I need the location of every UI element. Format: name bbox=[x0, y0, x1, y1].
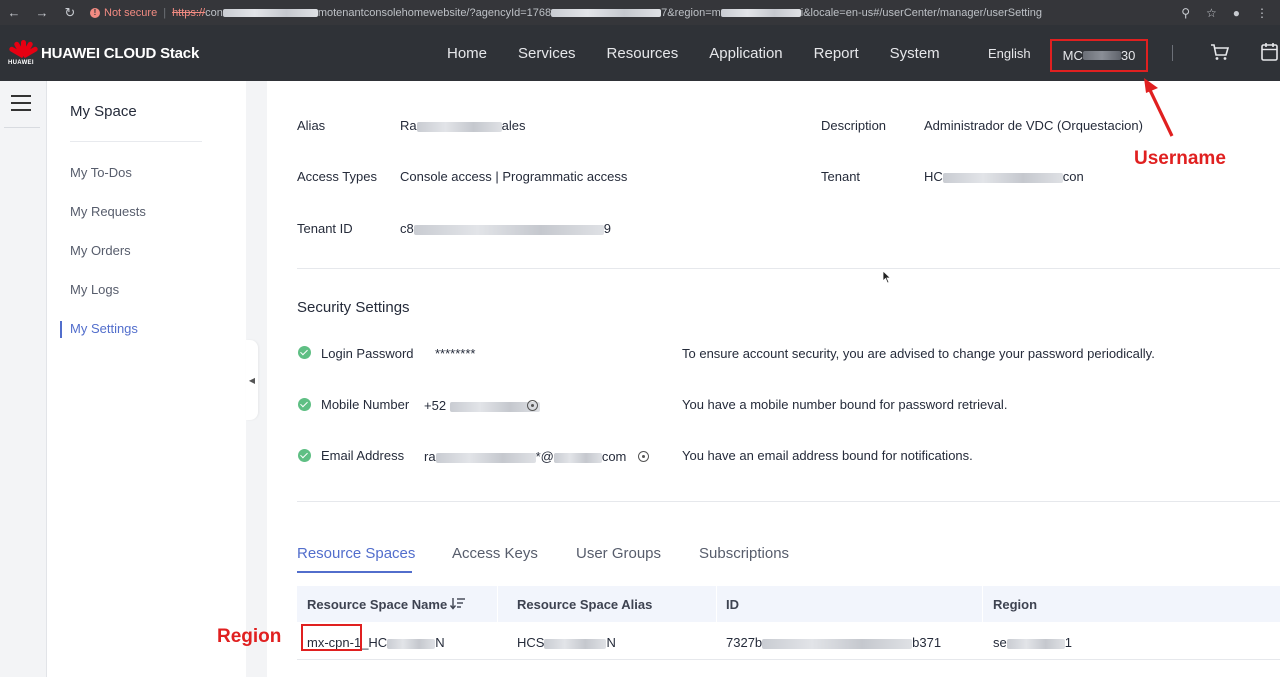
alias-value: Ra ales bbox=[400, 118, 526, 133]
eye-icon[interactable] bbox=[527, 400, 538, 411]
sort-icon[interactable] bbox=[450, 596, 466, 610]
tenant-id-label: Tenant ID bbox=[297, 221, 353, 236]
app-header: HUAWEI HUAWEI CLOUD Stack Home Services … bbox=[0, 25, 1280, 81]
tab-user-groups[interactable]: User Groups bbox=[576, 545, 661, 562]
alias-label: Alias bbox=[297, 118, 326, 133]
mobile-number-value: +52 bbox=[424, 398, 540, 413]
collapse-sidebar-icon[interactable]: ◀ bbox=[246, 340, 258, 420]
brand-small-label: HUAWEI bbox=[8, 60, 34, 66]
resource-spaces-table-header: Resource Space Name Resource Space Alias… bbox=[297, 586, 1280, 622]
column-header-id[interactable]: ID bbox=[726, 597, 739, 612]
region-highlight-box bbox=[301, 624, 362, 651]
mobile-number-label: Mobile Number bbox=[321, 397, 410, 412]
browser-toolbar: ← → ↻ ! Not secure | https://con motenant… bbox=[0, 0, 1280, 25]
login-password-value: ******** bbox=[435, 346, 476, 361]
tenant-label: Tenant bbox=[821, 169, 861, 184]
table-row[interactable]: mx-cpn-1_HC N HCS N 7327b b371 se 1 bbox=[297, 622, 1280, 660]
nav-home[interactable]: Home bbox=[447, 45, 487, 62]
region-annotation: Region bbox=[217, 626, 282, 647]
side-item-my-todos[interactable]: My To-Dos bbox=[70, 165, 132, 180]
huawei-flower-icon: HUAWEI bbox=[8, 38, 39, 68]
security-settings-title: Security Settings bbox=[297, 299, 410, 316]
mouse-cursor-icon bbox=[882, 270, 892, 284]
nav-system[interactable]: System bbox=[890, 45, 940, 62]
cell-resource-space-alias: HCS N bbox=[517, 635, 616, 650]
check-circle-icon bbox=[298, 346, 311, 359]
warning-icon: ! bbox=[90, 7, 100, 18]
nav-resources[interactable]: Resources bbox=[607, 45, 679, 62]
access-types-label: Access Types bbox=[297, 169, 377, 184]
hamburger-menu-icon[interactable] bbox=[11, 95, 31, 111]
column-header-alias[interactable]: Resource Space Alias bbox=[517, 597, 652, 612]
language-selector[interactable]: English bbox=[988, 46, 1031, 61]
access-types-value: Console access | Programmatic access bbox=[400, 169, 628, 184]
login-password-label: Login Password bbox=[321, 346, 414, 361]
mobile-number-note: You have a mobile number bound for passw… bbox=[682, 397, 1008, 412]
side-item-my-orders[interactable]: My Orders bbox=[70, 243, 131, 258]
main-nav: Home Services Resources Application Repo… bbox=[447, 25, 971, 81]
eye-icon[interactable] bbox=[638, 451, 649, 462]
active-tab-underline bbox=[297, 571, 412, 573]
active-indicator bbox=[60, 321, 62, 338]
main-content: Alias Ra ales Description Administrador d… bbox=[267, 81, 1280, 677]
not-secure-label: Not secure bbox=[104, 6, 158, 19]
nav-application[interactable]: Application bbox=[709, 45, 782, 62]
tab-subscriptions[interactable]: Subscriptions bbox=[699, 545, 789, 562]
reload-icon[interactable]: ↻ bbox=[56, 5, 84, 21]
cell-region: se 1 bbox=[993, 635, 1072, 650]
security-indicator[interactable]: ! Not secure bbox=[90, 7, 157, 19]
column-header-region[interactable]: Region bbox=[993, 597, 1037, 612]
cell-id: 7327b b371 bbox=[726, 635, 942, 650]
nav-services[interactable]: Services bbox=[518, 45, 576, 62]
side-item-my-requests[interactable]: My Requests bbox=[70, 204, 146, 219]
tab-resource-spaces[interactable]: Resource Spaces bbox=[297, 545, 415, 562]
brand-name: HUAWEI CLOUD Stack bbox=[41, 44, 200, 62]
description-value: Administrador de VDC (Orquestacion) bbox=[924, 118, 1143, 133]
side-menu: My Space My To-Dos My Requests My Orders… bbox=[47, 81, 246, 677]
address-bar[interactable]: https://con motenantconsolehomewebsite/?a… bbox=[172, 7, 1042, 19]
zoom-icon[interactable]: ⚲ bbox=[1181, 6, 1190, 20]
column-header-name[interactable]: Resource Space Name bbox=[307, 597, 447, 612]
description-label: Description bbox=[821, 118, 887, 133]
brand-logo[interactable]: HUAWEI HUAWEI CLOUD Stack bbox=[8, 38, 199, 68]
nav-report[interactable]: Report bbox=[814, 45, 859, 62]
forward-arrow-icon[interactable]: → bbox=[28, 5, 56, 20]
side-item-my-logs[interactable]: My Logs bbox=[70, 282, 119, 297]
annotation-arrow bbox=[1144, 78, 1174, 137]
check-circle-icon bbox=[298, 398, 311, 411]
tab-access-keys[interactable]: Access Keys bbox=[452, 545, 538, 562]
icon-rail bbox=[0, 81, 47, 677]
login-password-note: To ensure account security, you are advi… bbox=[682, 346, 1155, 361]
check-circle-icon bbox=[298, 449, 311, 462]
browser-menu-icon[interactable]: ⋮ bbox=[1256, 6, 1268, 20]
email-address-value: ra *@ com bbox=[424, 449, 627, 464]
side-item-my-settings[interactable]: My Settings bbox=[70, 321, 138, 336]
email-address-label: Email Address bbox=[321, 448, 405, 463]
cart-icon[interactable] bbox=[1210, 43, 1230, 61]
bookmark-star-icon[interactable]: ☆ bbox=[1206, 6, 1217, 20]
calendar-icon[interactable] bbox=[1260, 42, 1280, 62]
username-annotation: Username bbox=[1134, 148, 1226, 169]
back-arrow-icon[interactable]: ← bbox=[0, 5, 28, 20]
email-address-note: You have an email address bound for noti… bbox=[682, 448, 973, 463]
tenant-id-value: c8 9 bbox=[400, 221, 611, 236]
tenant-value: HC con bbox=[924, 169, 1084, 184]
side-menu-title: My Space bbox=[70, 103, 137, 120]
username-menu[interactable]: MC 30 bbox=[1050, 39, 1148, 72]
profile-icon[interactable]: ● bbox=[1233, 6, 1240, 20]
